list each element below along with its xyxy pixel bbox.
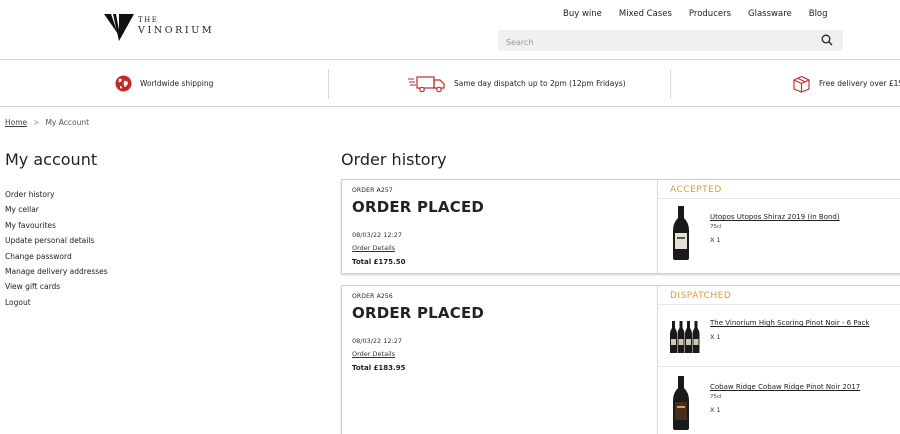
order-details-link[interactable]: Order Details — [352, 350, 395, 358]
fulfilment-status: ACCEPTED — [670, 185, 722, 195]
breadcrumb: Home > My Account — [5, 118, 89, 127]
item-quantity: X 1 — [710, 236, 721, 244]
wine-bottle-image[interactable] — [670, 376, 692, 430]
breadcrumb-current: My Account — [45, 118, 90, 127]
page-title: Order history — [341, 150, 447, 169]
order-number: ORDER A256 — [352, 293, 393, 300]
item-size: 75cl — [710, 394, 722, 400]
nav-mixed-cases[interactable]: Mixed Cases — [619, 9, 672, 19]
wine-bottle-image[interactable] — [670, 206, 692, 260]
site-header: THE VINORIUM Buy wine Mixed Cases Produc… — [0, 0, 900, 60]
logo-wordmark: THE VINORIUM — [138, 17, 214, 36]
order-summary: ORDER A256 ORDER PLACED 08/03/22 12:27 O… — [342, 286, 657, 434]
item-size: 75cl — [710, 224, 722, 230]
menu-manage-delivery-addresses[interactable]: Manage delivery addresses — [5, 267, 108, 282]
fulfilment-divider — [658, 304, 900, 305]
nav-buy-wine[interactable]: Buy wine — [563, 9, 602, 19]
order-status: ORDER PLACED — [352, 304, 485, 322]
item-quantity: X 1 — [710, 333, 721, 341]
order-number: ORDER A257 — [352, 187, 393, 194]
order-card: ORDER A256 ORDER PLACED 08/03/22 12:27 O… — [341, 285, 900, 434]
menu-logout[interactable]: Logout — [5, 298, 108, 313]
order-total: Total £175.50 — [352, 258, 406, 266]
wine-case-image[interactable] — [670, 320, 700, 354]
menu-update-personal-details[interactable]: Update personal details — [5, 236, 108, 251]
vinorium-logo-icon — [104, 14, 134, 41]
search-icon[interactable] — [821, 34, 833, 46]
sidebar-title: My account — [5, 150, 98, 169]
logo-name: VINORIUM — [138, 25, 215, 36]
strip-worldwide-shipping: Worldwide shipping — [115, 60, 213, 107]
order-item: The Vinorium High Scoring Pinot Noir - 6… — [658, 310, 900, 366]
item-name-link[interactable]: The Vinorium High Scoring Pinot Noir - 6… — [710, 319, 869, 327]
menu-my-favourites[interactable]: My favourites — [5, 221, 108, 236]
strip-free-delivery: Free delivery over £150 — [792, 60, 900, 107]
strip-divider — [670, 69, 671, 99]
breadcrumb-separator: > — [33, 118, 40, 127]
menu-order-history[interactable]: Order history — [5, 190, 108, 205]
menu-change-password[interactable]: Change password — [5, 252, 108, 267]
order-total: Total £183.95 — [352, 364, 406, 372]
strip-label: Worldwide shipping — [140, 79, 214, 88]
strip-same-day-dispatch: Same day dispatch up to 2pm (12pm Friday… — [408, 60, 626, 107]
order-item: Cobaw Ridge Cobaw Ridge Pinot Noir 2017 … — [658, 374, 900, 434]
strip-label: Same day dispatch up to 2pm (12pm Friday… — [454, 79, 626, 88]
menu-my-cellar[interactable]: My cellar — [5, 205, 108, 220]
order-fulfilment: ACCEPTED Utopos Utopos Shiraz 2019 (In B… — [657, 180, 900, 273]
main-nav: Buy wine Mixed Cases Producers Glassware… — [563, 9, 845, 19]
globe-icon — [115, 75, 132, 92]
item-divider — [658, 366, 900, 367]
strip-label: Free delivery over £150 — [819, 79, 900, 88]
nav-glassware[interactable]: Glassware — [748, 9, 792, 19]
delivery-truck-icon — [408, 75, 445, 92]
item-quantity: X 1 — [710, 406, 721, 414]
search-input[interactable] — [498, 32, 798, 53]
order-summary: ORDER A257 ORDER PLACED 08/03/22 12:27 O… — [342, 180, 657, 273]
fulfilment-divider — [658, 198, 900, 199]
order-date: 08/03/22 12:27 — [352, 231, 402, 239]
nav-producers[interactable]: Producers — [689, 9, 731, 19]
item-name-link[interactable]: Cobaw Ridge Cobaw Ridge Pinot Noir 2017 — [710, 383, 860, 391]
order-details-link[interactable]: Order Details — [352, 244, 395, 252]
account-menu: Order history My cellar My favourites Up… — [5, 190, 108, 313]
breadcrumb-home[interactable]: Home — [5, 118, 27, 127]
menu-view-gift-cards[interactable]: View gift cards — [5, 282, 108, 297]
order-card: ORDER A257 ORDER PLACED 08/03/22 12:27 O… — [341, 179, 900, 274]
strip-divider — [328, 69, 329, 99]
fulfilment-status: DISPATCHED — [670, 291, 732, 301]
order-fulfilment: DISPATCHED The Vinorium High Scoring Pin… — [657, 286, 900, 434]
parcel-box-icon — [793, 75, 810, 93]
logo-the: THE — [138, 16, 159, 24]
order-item: Utopos Utopos Shiraz 2019 (In Bond) 75cl… — [658, 204, 900, 264]
item-name-link[interactable]: Utopos Utopos Shiraz 2019 (In Bond) — [710, 213, 840, 221]
vinorium-logo[interactable]: THE VINORIUM — [104, 12, 212, 42]
info-strip: Worldwide shipping Same day dispatch up … — [0, 60, 900, 107]
nav-blog[interactable]: Blog — [809, 9, 828, 19]
order-status: ORDER PLACED — [352, 198, 485, 216]
order-date: 08/03/22 12:27 — [352, 337, 402, 345]
search-bar — [498, 30, 843, 53]
